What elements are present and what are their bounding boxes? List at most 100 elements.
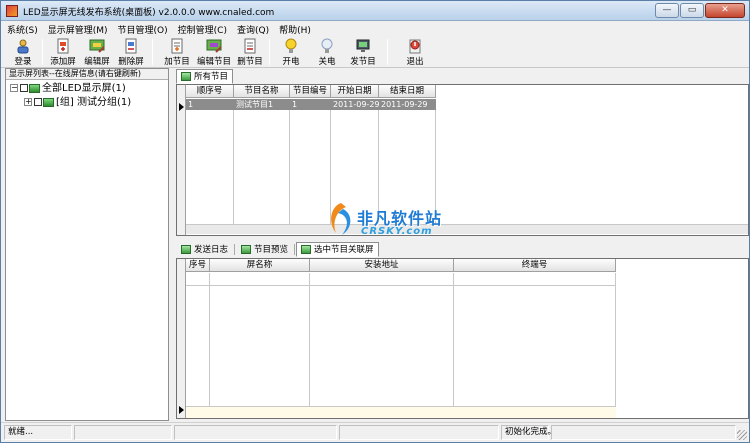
delete-screen-icon [125,38,137,54]
add-screen-button[interactable]: 添加屏 [45,37,81,67]
delete-program-label: 删节目 [237,57,263,67]
window-title: LED显示屏无线发布系统(桌面板) v2.0.0.0 www.cnaled.co… [23,8,275,18]
tree-node-label: 全部LED显示屏(1) [42,83,126,94]
current-row-arrow-icon [179,406,184,414]
table-cell: 1 [292,100,298,109]
vertical-splitter[interactable] [170,68,174,421]
tab-divider [234,244,236,255]
tab-divider [294,244,296,255]
power-off-bulb-icon [321,38,333,53]
grid-line [233,110,234,224]
send-program-label: 发节目 [350,57,376,67]
new-record-row[interactable] [186,406,616,418]
column-header[interactable]: 开始日期 [331,85,379,98]
grid-line [453,273,454,406]
current-row-arrow-icon [179,103,184,111]
edit-screen-label: 编辑屏 [84,57,110,67]
menu-system[interactable]: 系统(S) [1,21,42,36]
grid-line [615,273,616,406]
status-bar: 就绪... 初始化完成。 [1,422,749,442]
menu-help[interactable]: 帮助(H) [273,21,315,36]
title-bar: LED显示屏无线发布系统(桌面板) v2.0.0.0 www.cnaled.co… [1,1,749,21]
tab-program-preview[interactable]: 节目预览 [236,242,293,257]
menu-query[interactable]: 查询(Q) [231,21,273,36]
edit-program-label: 编辑节目 [196,57,231,67]
add-program-button[interactable]: 加节目 [159,37,195,67]
tab-label: 选中节目关联屏 [314,244,374,255]
bottom-tabstrip: 发送日志 节目预览 选中节目关联屏 [176,242,379,257]
exit-button[interactable]: 退出 [397,37,433,67]
tab-send-log[interactable]: 发送日志 [176,242,233,257]
linked-screens-grid: 序号 屏名称 安装地址 终端号 [176,258,749,419]
toolbar-separator [269,39,270,65]
tree-node-all-screens[interactable]: − 全部LED显示屏(1) [10,82,126,95]
edit-program-button[interactable]: 编辑节目 [196,37,232,67]
edit-screen-icon [89,39,105,53]
status-message: 初始化完成。 [501,425,556,440]
add-program-icon [171,38,183,54]
send-program-button[interactable]: 发节目 [345,37,381,67]
column-header[interactable]: 序号 [186,259,210,272]
column-header[interactable]: 安装地址 [310,259,454,272]
crsky-logo-icon [331,203,351,235]
status-panel [74,425,172,440]
delete-program-button[interactable]: 删节目 [232,37,268,67]
program-grid: 顺序号 节目名称 节目编号 开始日期 结束日期 1 测试节目1 1 2011-0… [176,84,749,236]
menu-control-management[interactable]: 控制管理(C) [172,21,231,36]
send-program-icon [356,39,370,52]
screen-list-header: 显示屏列表--在线屏信息(请右键刷新) [6,69,168,80]
table-row[interactable]: 1 测试节目1 1 2011-09-29 2011-09-29 [186,99,436,110]
delete-program-icon [244,38,256,54]
resize-grip-icon[interactable] [737,430,747,440]
grid-line [209,273,210,406]
collapse-toggle[interactable]: − [10,84,18,92]
power-on-button[interactable]: 开电 [273,37,309,67]
status-left: 就绪... [4,425,72,440]
power-on-bulb-icon [285,38,297,53]
exit-label: 退出 [406,57,424,67]
column-header[interactable]: 顺序号 [186,85,234,98]
menu-screen-management[interactable]: 显示屏管理(M) [42,21,112,36]
status-panel [339,425,499,440]
log-icon [181,245,191,254]
row-indicator-column [177,85,186,235]
menu-program-management[interactable]: 节目管理(O) [112,21,172,36]
horizontal-scrollbar[interactable] [186,224,748,234]
grid-icon [181,72,191,81]
tree-checkbox[interactable] [34,98,42,106]
delete-screen-button[interactable]: 删除屏 [113,37,149,67]
power-off-button[interactable]: 关电 [309,37,345,67]
preview-icon [241,245,252,254]
add-screen-label: 添加屏 [50,57,76,67]
power-on-label: 开电 [282,57,300,67]
toolbar-separator [387,39,388,65]
table-cell: 测试节目1 [236,100,274,109]
menu-bar: 系统(S) 显示屏管理(M) 节目管理(O) 控制管理(C) 查询(Q) 帮助(… [1,21,749,36]
column-header[interactable]: 屏名称 [210,259,310,272]
watermark: 非凡软件站 CRSKY.com [326,199,446,243]
column-header[interactable]: 节目编号 [290,85,331,98]
login-icon [17,39,29,54]
column-header[interactable]: 节目名称 [234,85,290,98]
column-header[interactable]: 结束日期 [379,85,436,98]
minimize-button[interactable]: — [655,3,679,18]
tab-linked-screens[interactable]: 选中节目关联屏 [296,242,379,257]
table-cell: 1 [188,100,194,109]
grid-icon [301,245,312,254]
tree-checkbox[interactable] [20,84,28,92]
tab-all-programs[interactable]: 所有节目 [176,69,234,84]
power-off-label: 关电 [318,57,336,67]
screen-list-panel: 显示屏列表--在线屏信息(请右键刷新) − 全部LED显示屏(1) + [组] 测试… [5,68,169,421]
expand-toggle[interactable]: + [24,98,32,106]
tree-node-test-group[interactable]: + [组] 测试分组(1) [24,96,131,109]
grid-line [309,273,310,406]
close-button[interactable]: ✕ [705,3,745,18]
edit-screen-button[interactable]: 编辑屏 [79,37,115,67]
column-header[interactable]: 终端号 [454,259,616,272]
add-program-label: 加节目 [164,57,190,67]
login-button[interactable]: 登录 [5,37,41,67]
grid-line [186,285,616,286]
maximize-button[interactable]: ▭ [680,3,704,18]
tree-node-label: [组] 测试分组(1) [56,97,132,108]
grid-line [289,110,290,224]
